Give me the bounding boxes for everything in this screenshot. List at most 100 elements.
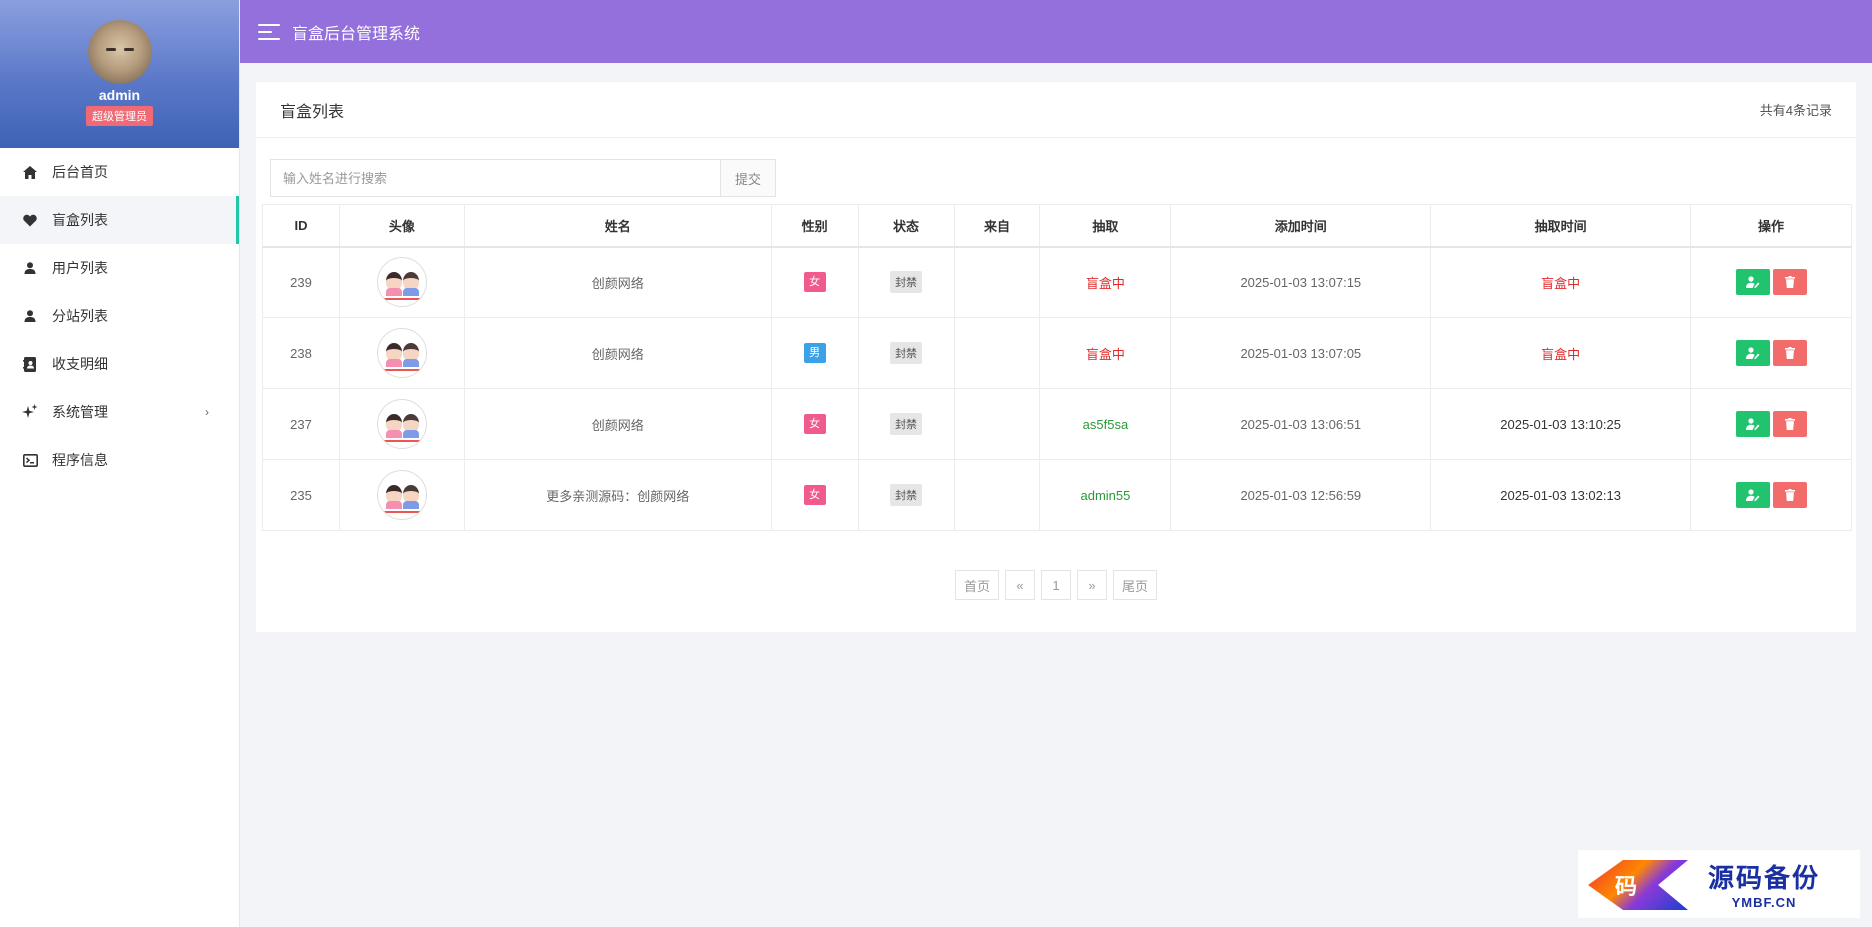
column-header-actions: 操作 xyxy=(1690,204,1852,248)
cell-added-time: 2025-01-03 13:06:51 xyxy=(1170,388,1432,460)
row-avatar-image[interactable] xyxy=(376,470,427,520)
sidebar-item-label: 系统管理 xyxy=(52,404,108,420)
user-edit-icon xyxy=(1745,276,1759,289)
sidebar-item-system[interactable]: 系统管理 › xyxy=(0,388,239,436)
record-count: 共有4条记录 xyxy=(1759,103,1832,118)
sidebar-item-blindbox-list[interactable]: 盲盒列表 xyxy=(0,196,239,244)
cell-actions xyxy=(1690,459,1852,531)
watermark: 码 源码备份 YMBF.CN xyxy=(1578,850,1860,918)
cell-name: 创颜网络 xyxy=(463,388,772,460)
cell-draw: admin55 xyxy=(1039,459,1172,531)
cell-name: 创颜网络 xyxy=(463,317,772,389)
table-row: 235 更多亲测源码：创颜网络 女 封禁 admin55 2025-01-03 … xyxy=(262,459,1852,531)
sidebar-item-label: 后台首页 xyxy=(52,164,108,180)
row-avatar-image[interactable] xyxy=(376,257,427,308)
cell-id: 235 xyxy=(262,459,340,531)
cell-gender: 女 xyxy=(770,388,859,460)
pager-page[interactable]: 1 xyxy=(1041,570,1071,600)
cell-status: 封禁 xyxy=(857,317,955,389)
avatar[interactable] xyxy=(87,20,152,84)
column-header-id: ID xyxy=(262,204,340,248)
delete-button[interactable] xyxy=(1772,411,1807,437)
cell-avatar xyxy=(338,388,465,460)
delete-button[interactable] xyxy=(1772,340,1807,366)
cell-draw: 盲盒中 xyxy=(1039,246,1172,318)
sidebar-item-ledger[interactable]: 收支明细 xyxy=(0,340,239,388)
edit-button[interactable] xyxy=(1735,482,1770,508)
cell-added-time: 2025-01-03 13:07:15 xyxy=(1170,246,1432,318)
cell-id: 238 xyxy=(262,317,340,389)
cell-added-time: 2025-01-03 13:07:05 xyxy=(1170,317,1432,389)
edit-button[interactable] xyxy=(1735,269,1770,296)
cell-gender: 男 xyxy=(770,317,859,389)
edit-button[interactable] xyxy=(1735,340,1770,366)
search-submit-button[interactable]: 提交 xyxy=(720,159,776,197)
card-header: 盲盒列表 共有4条记录 xyxy=(256,82,1856,138)
heart-icon xyxy=(22,212,38,228)
sidebar-item-home[interactable]: 后台首页 xyxy=(0,148,239,196)
trash-icon xyxy=(1784,418,1795,430)
cell-avatar xyxy=(338,246,465,318)
role-badge: 超级管理员 xyxy=(86,106,153,126)
pager-last[interactable]: 尾页 xyxy=(1113,570,1158,600)
gender-badge: 女 xyxy=(803,414,826,434)
edit-button[interactable] xyxy=(1735,411,1770,437)
cell-from xyxy=(953,317,1041,389)
trash-icon xyxy=(1784,276,1795,289)
user-edit-icon xyxy=(1745,347,1759,359)
trash-icon xyxy=(1784,347,1795,359)
status-badge: 封禁 xyxy=(890,342,923,364)
user-edit-icon xyxy=(1745,489,1759,501)
cell-from xyxy=(953,388,1041,460)
gender-badge: 女 xyxy=(803,485,826,505)
cell-gender: 女 xyxy=(770,459,859,531)
cell-avatar xyxy=(338,459,465,531)
ledger-icon xyxy=(22,356,38,372)
table-row: 238 创颜网络 男 封禁 盲盒中 2025-01-03 13:07:05 盲盒… xyxy=(262,317,1852,389)
cell-gender: 女 xyxy=(770,246,859,318)
pager-next[interactable]: » xyxy=(1077,570,1107,600)
column-header-avatar: 头像 xyxy=(338,204,465,248)
home-icon xyxy=(22,164,38,180)
pager-prev[interactable]: « xyxy=(1005,570,1035,600)
cell-avatar xyxy=(338,317,465,389)
search-bar: 提交 xyxy=(270,159,776,197)
terminal-icon xyxy=(22,452,38,468)
cell-from xyxy=(953,459,1041,531)
search-input[interactable] xyxy=(270,159,720,197)
sidebar: admin 超级管理员 后台首页 盲盒列表 用户列表 分站列表 收支明细 系统管… xyxy=(0,0,240,927)
cell-draw: 盲盒中 xyxy=(1039,317,1172,389)
cell-draw-time: 盲盒中 xyxy=(1430,317,1692,389)
cell-status: 封禁 xyxy=(857,459,955,531)
menu-toggle-icon[interactable] xyxy=(258,23,280,40)
cell-actions xyxy=(1690,388,1852,460)
user-icon xyxy=(22,308,38,324)
cell-draw-time: 盲盒中 xyxy=(1430,246,1692,318)
column-header-status: 状态 xyxy=(857,204,955,248)
cell-id: 239 xyxy=(262,246,340,318)
watermark-text: 源码备份 YMBF.CN xyxy=(1708,858,1820,910)
delete-button[interactable] xyxy=(1772,482,1807,508)
column-header-from: 来自 xyxy=(953,204,1041,248)
status-badge: 封禁 xyxy=(890,271,923,294)
cell-added-time: 2025-01-03 12:56:59 xyxy=(1170,459,1432,531)
trash-icon xyxy=(1784,489,1795,501)
pager-first[interactable]: 首页 xyxy=(954,570,999,600)
delete-button[interactable] xyxy=(1772,269,1807,296)
sidebar-item-user-list[interactable]: 用户列表 xyxy=(0,244,239,292)
sidebar-item-program-info[interactable]: 程序信息 xyxy=(0,436,239,484)
sparkle-icon xyxy=(22,404,38,420)
table-row: 239 创颜网络 女 封禁 盲盒中 2025-01-03 13:07:15 盲盒… xyxy=(262,246,1852,318)
sidebar-item-substation-list[interactable]: 分站列表 xyxy=(0,292,239,340)
row-avatar-image[interactable] xyxy=(376,328,427,378)
pagination: 首页 « 1 » 尾页 xyxy=(256,570,1856,600)
card-title: 盲盒列表 xyxy=(280,103,345,121)
row-avatar-image[interactable] xyxy=(376,399,427,449)
cell-from xyxy=(953,246,1041,318)
app-title: 盲盒后台管理系统 xyxy=(292,25,421,43)
cell-draw: as5f5sa xyxy=(1039,388,1172,460)
profile-panel: admin 超级管理员 xyxy=(0,0,239,148)
cell-actions xyxy=(1690,246,1852,318)
table-header-row: ID 头像 姓名 性别 状态 来自 抽取 添加时间 抽取时间 操作 xyxy=(262,204,1852,248)
sidebar-item-label: 收支明细 xyxy=(52,356,108,372)
